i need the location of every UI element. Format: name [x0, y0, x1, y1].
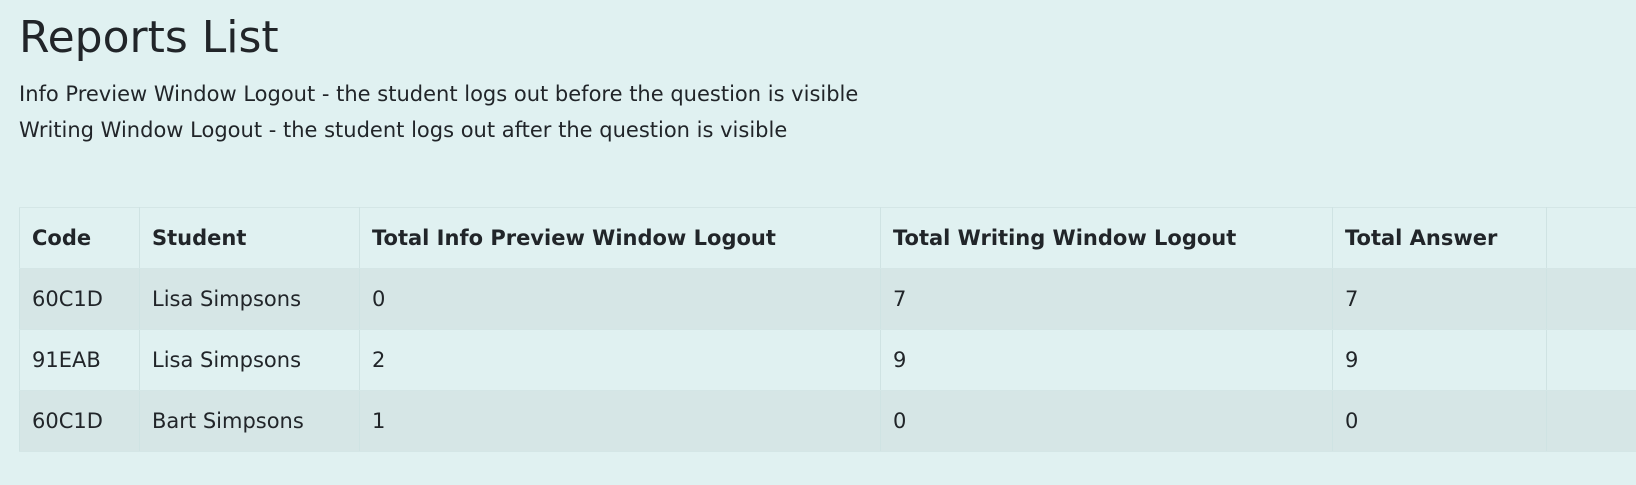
- column-header-student[interactable]: Student: [139, 207, 360, 269]
- description-writing-window: Writing Window Logout - the student logs…: [19, 118, 788, 142]
- cell-extra: [1546, 390, 1636, 452]
- description-info-preview: Info Preview Window Logout - the student…: [19, 82, 859, 106]
- reports-table: Code Student Total Info Preview Window L…: [19, 207, 1636, 452]
- cell-total-info-preview-logout: 2: [359, 329, 881, 391]
- cell-total-info-preview-logout: 1: [359, 390, 881, 452]
- table-header-row: Code Student Total Info Preview Window L…: [19, 207, 1636, 269]
- cell-total-writing-window-logout: 0: [880, 390, 1333, 452]
- cell-total-answer: 9: [1332, 329, 1547, 391]
- cell-student: Lisa Simpsons: [139, 329, 360, 391]
- cell-extra: [1546, 329, 1636, 391]
- cell-total-answer: 7: [1332, 268, 1547, 330]
- cell-extra: [1546, 268, 1636, 330]
- table-row[interactable]: 60C1D Bart Simpsons 1 0 0: [19, 390, 1636, 452]
- cell-student: Lisa Simpsons: [139, 268, 360, 330]
- column-header-total-writing-window-logout[interactable]: Total Writing Window Logout: [880, 207, 1333, 269]
- column-header-code[interactable]: Code: [19, 207, 140, 269]
- cell-total-writing-window-logout: 7: [880, 268, 1333, 330]
- cell-code: 60C1D: [19, 268, 140, 330]
- reports-table-container: Code Student Total Info Preview Window L…: [19, 207, 1636, 452]
- column-header-total-answer[interactable]: Total Answer: [1332, 207, 1547, 269]
- column-header-total-info-preview-logout[interactable]: Total Info Preview Window Logout: [359, 207, 881, 269]
- cell-total-writing-window-logout: 9: [880, 329, 1333, 391]
- cell-student: Bart Simpsons: [139, 390, 360, 452]
- cell-code: 91EAB: [19, 329, 140, 391]
- cell-total-answer: 0: [1332, 390, 1547, 452]
- table-row[interactable]: 60C1D Lisa Simpsons 0 7 7: [19, 268, 1636, 330]
- table-row[interactable]: 91EAB Lisa Simpsons 2 9 9: [19, 329, 1636, 391]
- cell-code: 60C1D: [19, 390, 140, 452]
- cell-total-info-preview-logout: 0: [359, 268, 881, 330]
- page-title: Reports List: [19, 12, 279, 63]
- column-header-extra: [1546, 207, 1636, 269]
